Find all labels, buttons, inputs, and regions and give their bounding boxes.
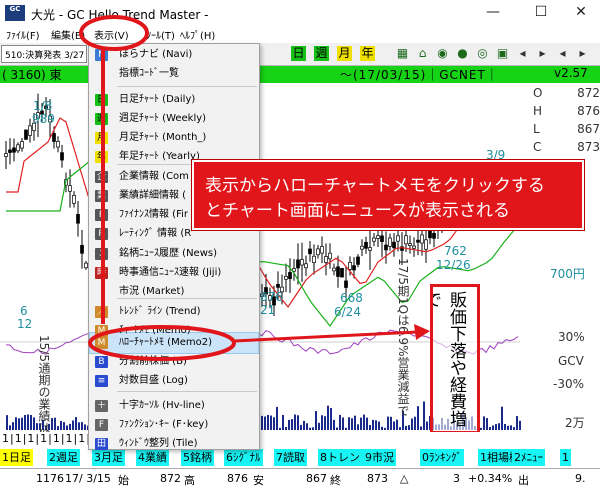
annotation-circle-view-menu	[79, 15, 149, 51]
annotation-circle-memo2	[88, 325, 236, 361]
annotation-arrow-line	[233, 330, 419, 343]
annotation-overlay	[79, 15, 430, 361]
callout-text-line2: とチャート画面にニュースが表示される	[205, 201, 510, 221]
annotation-arrow-head	[414, 324, 430, 340]
callout-text-line1: 表示からハローチャートメモをクリックする	[205, 176, 545, 196]
